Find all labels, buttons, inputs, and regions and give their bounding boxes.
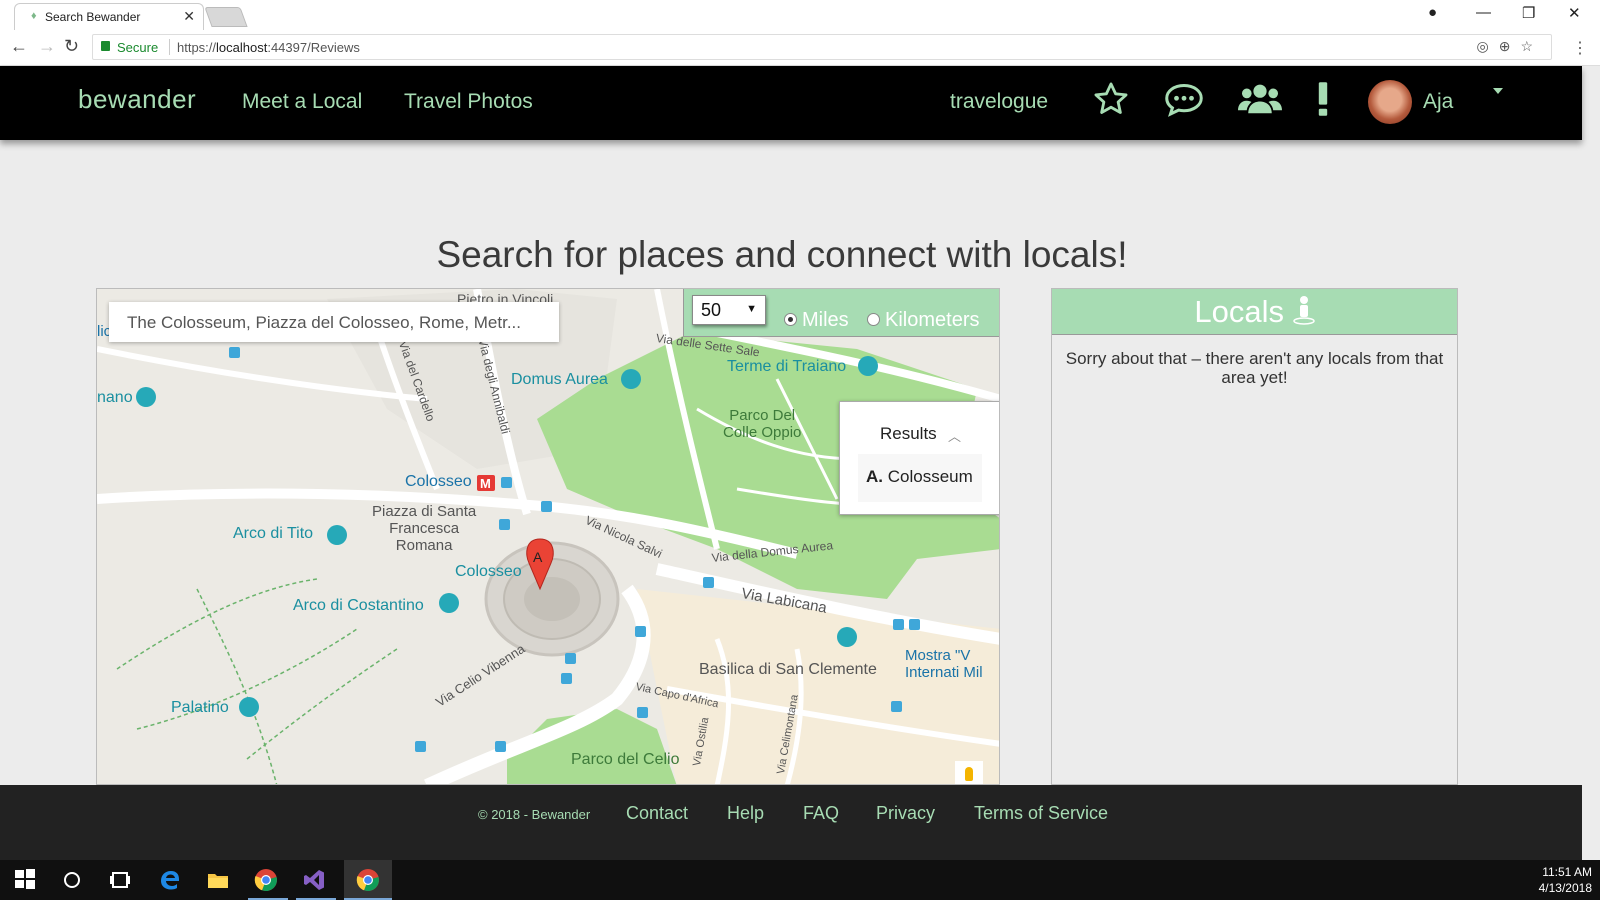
radius-select[interactable]: 50 ▼ — [692, 295, 766, 325]
brand-logo[interactable]: bewander — [78, 84, 196, 115]
restore-button[interactable]: ❐ — [1522, 4, 1535, 22]
result-name: Colosseum — [887, 467, 973, 486]
back-button[interactable]: ← — [10, 36, 28, 57]
windows-start-icon[interactable] — [14, 868, 38, 892]
map-label-marker[interactable]: A — [533, 549, 542, 565]
place-search-input[interactable]: The Colosseum, Piazza del Colosseo, Rome… — [109, 302, 559, 342]
minimize-button[interactable]: — — [1476, 4, 1491, 21]
url-text: https://localhost:44397/Reviews — [177, 40, 360, 55]
kilometers-label[interactable]: Kilometers — [885, 309, 979, 332]
site-navbar: bewander Meet a Local Travel Photos trav… — [0, 66, 1582, 140]
footer-link-help[interactable]: Help — [727, 803, 764, 824]
person-pin-icon — [1292, 296, 1315, 328]
nav-meet-a-local[interactable]: Meet a Local — [242, 90, 362, 114]
favicon-icon: ♦ — [31, 10, 37, 22]
secure-label: Secure — [117, 40, 159, 55]
chevron-down-icon: ▼ — [746, 303, 757, 315]
visual-studio-icon[interactable] — [302, 868, 326, 892]
footer-link-privacy[interactable]: Privacy — [876, 803, 935, 824]
system-clock[interactable]: 11:51 AM 4/13/2018 — [1539, 864, 1592, 896]
nav-travel-photos[interactable]: Travel Photos — [404, 90, 533, 114]
radius-value: 50 — [701, 300, 722, 320]
map-label-mostra: Mostra "V Internati Mil — [905, 647, 983, 681]
miles-radio[interactable] — [784, 313, 797, 326]
map-label-palatino: Palatino — [171, 699, 229, 716]
url-actions: ◎⊕☆ — [1476, 38, 1543, 55]
new-tab-button[interactable] — [204, 7, 248, 27]
map-label-terme: Terme di Traiano — [727, 358, 847, 375]
map-label-domus-aurea: Domus Aurea — [511, 371, 608, 388]
result-item[interactable]: A. Colosseum — [858, 454, 982, 502]
footer-link-faq[interactable]: FAQ — [803, 803, 839, 824]
bookmark-star-icon[interactable]: ☆ — [1520, 38, 1543, 54]
footer-link-terms[interactable]: Terms of Service — [974, 803, 1108, 824]
chevron-up-icon[interactable]: ︿ — [948, 426, 961, 445]
reload-button[interactable]: ↻ — [64, 36, 79, 57]
map-label-colosseo: Colosseo — [455, 563, 522, 580]
account-icon[interactable]: ● — [1428, 4, 1437, 21]
copyright: © 2018 - Bewander — [478, 807, 591, 822]
map-label-basilica-clemente: Basilica di San Clemente — [699, 661, 877, 678]
miles-label[interactable]: Miles — [802, 309, 849, 332]
radius-controls: 50 ▼ Miles Kilometers — [683, 289, 999, 337]
url-field[interactable]: Secure https://localhost:44397/Reviews ◎… — [92, 34, 1552, 60]
result-letter: A. — [866, 467, 883, 486]
svg-text:M: M — [480, 476, 491, 491]
no-locals-message: Sorry about that – there aren't any loca… — [1065, 349, 1444, 387]
browser-tab-bar: ♦ Search Bewander ✕ ● — ❐ ✕ — [0, 0, 1600, 30]
star-icon[interactable] — [1092, 80, 1130, 123]
locals-title: Locals — [1194, 294, 1284, 329]
kilometers-radio[interactable] — [867, 313, 880, 326]
locals-panel: Locals Sorry about that – there aren't a… — [1051, 288, 1458, 785]
zoom-icon[interactable]: ⊕ — [1499, 38, 1521, 54]
map-label-colosseo-metro: Colosseo — [405, 473, 472, 490]
browser-menu-icon[interactable]: ⋮ — [1572, 38, 1588, 58]
clock-date: 4/13/2018 — [1538, 881, 1592, 895]
map-label-nano: nano — [97, 389, 133, 406]
close-window-button[interactable]: ✕ — [1568, 4, 1581, 22]
location-icon[interactable]: ◎ — [1476, 38, 1498, 54]
search-icon[interactable] — [60, 868, 84, 892]
avatar[interactable] — [1368, 80, 1412, 124]
file-explorer-icon[interactable] — [206, 868, 230, 892]
clock-time: 11:51 AM — [1542, 865, 1592, 879]
site-footer: © 2018 - Bewander Contact Help FAQ Priva… — [0, 785, 1582, 860]
forward-button[interactable]: → — [38, 36, 56, 57]
pegman-icon[interactable] — [955, 761, 983, 784]
tab-title: Search Bewander — [45, 10, 141, 24]
address-bar: ← → ↻ Secure https://localhost:44397/Rev… — [0, 30, 1600, 66]
results-header[interactable]: Results — [880, 424, 937, 444]
map-label-arco-tito: Arco di Tito — [233, 525, 314, 542]
os-taskbar: 11:51 AM 4/13/2018 — [0, 860, 1600, 900]
locals-header: Locals — [1052, 289, 1457, 335]
chevron-down-icon[interactable] — [1493, 88, 1503, 94]
map-label-parco-oppio: Parco Del Colle Oppio — [723, 407, 802, 441]
browser-tab[interactable]: ♦ Search Bewander ✕ — [14, 3, 204, 30]
map-label-parco-celio: Parco del Celio — [571, 751, 680, 768]
url-divider — [169, 39, 170, 55]
group-icon[interactable] — [1238, 80, 1282, 125]
edge-icon[interactable] — [158, 868, 182, 892]
footer-link-contact[interactable]: Contact — [626, 803, 688, 824]
nav-travelogue[interactable]: travelogue — [950, 90, 1048, 114]
lock-icon — [101, 41, 110, 51]
page-title: Search for places and connect with local… — [436, 234, 1128, 275]
close-tab-icon[interactable]: ✕ — [183, 8, 195, 25]
map-label-piazza: Piazza di Santa Francesca Romana — [372, 503, 477, 554]
alert-icon[interactable] — [1316, 80, 1330, 123]
task-view-icon[interactable] — [108, 868, 132, 892]
chat-icon[interactable] — [1163, 80, 1205, 123]
results-panel: Results ︿ A. Colosseum — [839, 401, 999, 515]
chrome-icon[interactable] — [254, 868, 278, 892]
username[interactable]: Aja — [1423, 90, 1453, 114]
map-panel[interactable]: M A Basilica di San Pietro in Vincoli li… — [96, 288, 1000, 785]
chrome-icon[interactable] — [356, 868, 380, 892]
map-label-arco-costantino: Arco di Costantino — [293, 597, 424, 614]
